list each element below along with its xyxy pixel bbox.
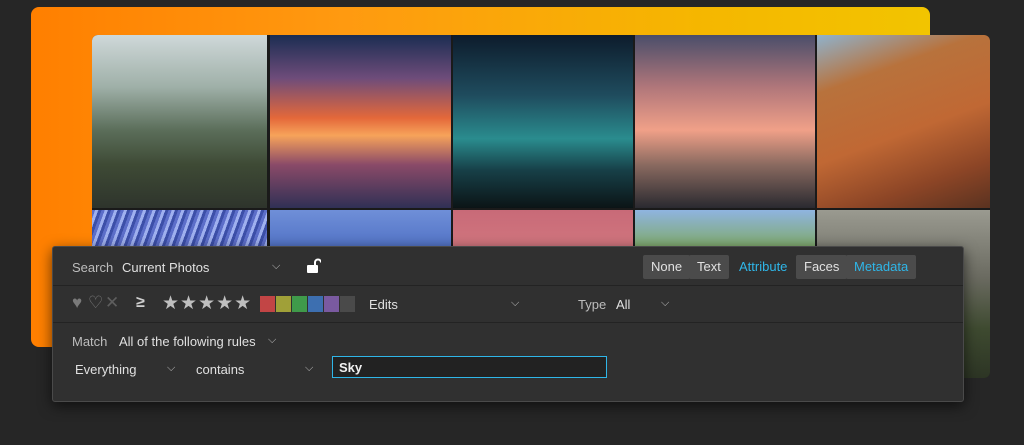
filter-metadata-button[interactable]: Metadata [846, 255, 917, 279]
search-panel: Search Current Photos ⌵ None Text Attrib… [52, 246, 964, 402]
rule-field-dropdown[interactable]: Everything ⌵ [75, 357, 181, 381]
match-label: Match [72, 334, 108, 349]
type-value: All [616, 297, 631, 312]
chevron-down-icon: ⌵ [167, 362, 176, 374]
photo-thumbnail[interactable] [635, 35, 815, 208]
attribute-filter-row: ♥ ♡ ✕ ≥ ★★★★★ Edits ⌵ Type All ⌵ [53, 286, 963, 323]
filter-faces-button[interactable]: Faces [796, 255, 848, 279]
heart-filled-icon[interactable]: ♥ [72, 293, 82, 313]
heart-outline-icon[interactable]: ♡ [88, 293, 103, 313]
filter-none-button[interactable]: None [643, 255, 691, 279]
edits-label: Edits [369, 297, 398, 312]
search-scope-row: Search Current Photos ⌵ None Text Attrib… [53, 247, 963, 286]
color-label-green[interactable] [292, 296, 307, 312]
filter-attribute-button[interactable]: Attribute [731, 255, 795, 279]
chevron-down-icon: ⌵ [305, 362, 314, 374]
unlock-icon[interactable] [305, 258, 321, 274]
color-label-none[interactable] [340, 296, 355, 312]
color-label-blue[interactable] [308, 296, 323, 312]
type-dropdown[interactable]: All ⌵ [616, 292, 674, 316]
chevron-down-icon: ⌵ [272, 260, 281, 272]
rule-operator-dropdown[interactable]: contains ⌵ [196, 357, 318, 381]
color-label-purple[interactable] [324, 296, 339, 312]
reject-x-icon[interactable]: ✕ [105, 293, 119, 313]
filter-text-button[interactable]: Text [689, 255, 729, 279]
photo-thumbnail[interactable] [453, 35, 633, 208]
photo-thumbnail[interactable] [270, 35, 451, 208]
rating-comparator[interactable]: ≥ [136, 294, 145, 312]
edits-dropdown[interactable]: Edits ⌵ [369, 292, 525, 316]
color-label-yellow[interactable] [276, 296, 291, 312]
photo-thumbnail[interactable] [92, 35, 267, 208]
photo-thumbnail[interactable] [817, 35, 990, 208]
rule-value-input[interactable] [332, 356, 607, 378]
rule-field-value: Everything [75, 362, 137, 377]
match-mode-dropdown[interactable]: All of the following rules ⌵ [119, 329, 284, 353]
search-label: Search [72, 260, 114, 275]
search-scope-dropdown[interactable]: Current Photos ⌵ [122, 255, 290, 279]
rule-operator-value: contains [196, 362, 245, 377]
color-label-red[interactable] [260, 296, 275, 312]
star-rating-icons[interactable]: ★★★★★ [162, 292, 252, 315]
chevron-down-icon: ⌵ [661, 297, 670, 309]
type-label: Type [578, 297, 607, 312]
chevron-down-icon: ⌵ [268, 334, 277, 346]
chevron-down-icon: ⌵ [511, 297, 520, 309]
match-mode-value: All of the following rules [119, 334, 256, 349]
rules-section: Match All of the following rules ⌵ Every… [53, 323, 963, 401]
search-scope-value: Current Photos [122, 260, 210, 275]
